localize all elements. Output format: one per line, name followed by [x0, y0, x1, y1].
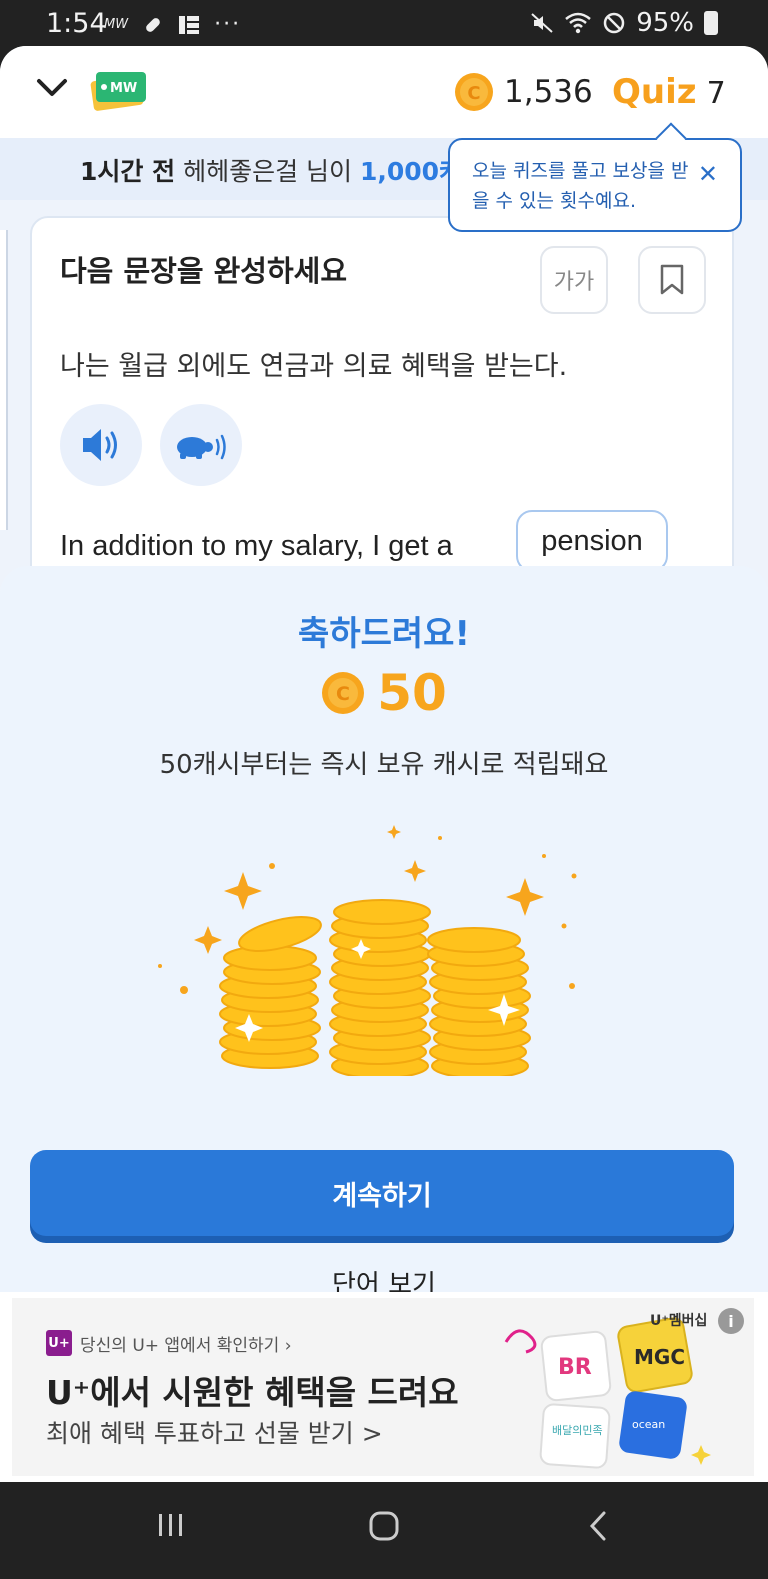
ticker-amount: 1,000캐: [359, 157, 463, 186]
close-icon[interactable]: ✕: [698, 160, 718, 188]
app-logo[interactable]: MW: [90, 68, 148, 112]
ticker-user: 헤헤좋은걸 님이: [183, 157, 353, 186]
bookmark-button[interactable]: [638, 246, 706, 314]
battery-icon: [704, 11, 718, 35]
mute-icon: [531, 13, 553, 33]
quiz-counter[interactable]: Quiz 7: [612, 72, 726, 112]
chevron-down-icon[interactable]: [36, 78, 68, 98]
ad-banner[interactable]: U+ 당신의 U+ 앱에서 확인하기 › U⁺에서 시원한 혜택을 드려요 최애…: [0, 1292, 768, 1482]
ticker-text: 1시간 전 헤헤좋은걸 님이 1,000캐: [80, 152, 462, 188]
svg-text:배달의민족: 배달의민족: [552, 1424, 603, 1437]
bookmark-icon: [660, 264, 684, 295]
wifi-icon: [565, 12, 592, 34]
coin-stacks-illustration: [158, 825, 577, 1076]
recent-apps-icon[interactable]: [156, 1510, 186, 1540]
battery-percent: 95%: [636, 8, 694, 38]
reward-amount: C 50: [0, 664, 768, 722]
ad-content[interactable]: U+ 당신의 U+ 앱에서 확인하기 › U⁺에서 시원한 혜택을 드려요 최애…: [12, 1298, 754, 1476]
ad-title: U⁺에서 시원한 혜택을 드려요: [46, 1373, 459, 1412]
ad-source-text: 당신의 U+ 앱에서 확인하기 ›: [80, 1335, 292, 1356]
reward-message: 50캐시부터는 즉시 보유 캐시로 적립돼요: [159, 750, 609, 780]
quiz-label: Quiz: [612, 72, 697, 112]
svg-text:C: C: [336, 683, 350, 705]
app-logo-text: MW: [110, 81, 137, 96]
status-bar: 1:54 MW ··· 95%: [0, 0, 768, 46]
previous-card-edge: [0, 230, 8, 530]
play-slow-audio-button[interactable]: [160, 404, 242, 486]
coin-balance-value: 1,536: [504, 74, 593, 110]
more-dots-icon: ···: [214, 12, 242, 37]
coin-icon: C: [322, 672, 365, 714]
congrats-title: 축하드려요!: [298, 614, 470, 654]
continue-button[interactable]: 계속하기: [30, 1150, 734, 1236]
svg-text:BR: BR: [558, 1355, 592, 1380]
pill-icon: [146, 17, 160, 32]
home-icon[interactable]: [368, 1510, 400, 1542]
reward-amount-value: 50: [377, 664, 447, 722]
status-notification-icons: MW ···: [104, 12, 241, 37]
coin-balance[interactable]: C 1,536: [454, 72, 593, 112]
svg-text:ocean: ocean: [632, 1418, 665, 1431]
quiz-count-tooltip: 오늘 퀴즈를 풀고 보상을 받을 수 있는 횟수예요. ✕: [448, 138, 742, 232]
reward-bottom-sheet: 축하드려요! C 50 50캐시부터는 즉시 보유 캐시로 적립돼요 계속하기 …: [0, 566, 768, 1300]
app-header: MW C 1,536 Quiz 7: [0, 46, 768, 138]
status-right-icons: 95%: [530, 8, 718, 38]
android-nav-bar: [0, 1482, 768, 1579]
play-audio-button[interactable]: [60, 404, 142, 486]
card-title: 다음 문장을 완성하세요: [60, 254, 347, 288]
grid-icon: [179, 15, 200, 34]
english-sentence: In addition to my salary, I get a: [60, 530, 453, 562]
tooltip-text: 오늘 퀴즈를 풀고 보상을 받을 수 있는 횟수예요.: [472, 160, 689, 212]
quiz-app: MW C 1,536 Quiz 7 1시간 전 헤헤좋은걸 님이 1,000캐 …: [0, 46, 768, 1482]
svg-text:C: C: [467, 83, 480, 104]
back-icon[interactable]: [586, 1510, 610, 1542]
ticker-time: 1시간 전: [80, 157, 176, 186]
speaker-icon: [83, 429, 117, 461]
ad-brand-cubes-illustration: BR MGC 배달의민족 ocean: [504, 1317, 711, 1469]
answer-chip[interactable]: pension: [516, 510, 668, 572]
uplus-logo: U+: [46, 1330, 72, 1356]
ad-brand-label: U⁺멤버십: [650, 1313, 708, 1329]
quiz-count: 7: [706, 76, 726, 111]
font-size-button[interactable]: 가가: [540, 246, 608, 314]
svg-text:MGC: MGC: [634, 1345, 685, 1369]
mw-icon: MW: [104, 17, 129, 32]
coin-icon: C: [455, 73, 493, 111]
ad-source[interactable]: U+ 당신의 U+ 앱에서 확인하기 ›: [46, 1330, 292, 1356]
turtle-icon: [177, 434, 226, 460]
info-icon[interactable]: i: [718, 1308, 744, 1334]
korean-sentence: 나는 월급 외에도 연금과 의료 혜택을 받는다.: [60, 351, 568, 382]
status-time: 1:54: [46, 8, 107, 39]
dnd-icon: [603, 12, 625, 34]
ad-subtitle[interactable]: 최애 혜택 투표하고 선물 받기 >: [46, 1414, 383, 1450]
